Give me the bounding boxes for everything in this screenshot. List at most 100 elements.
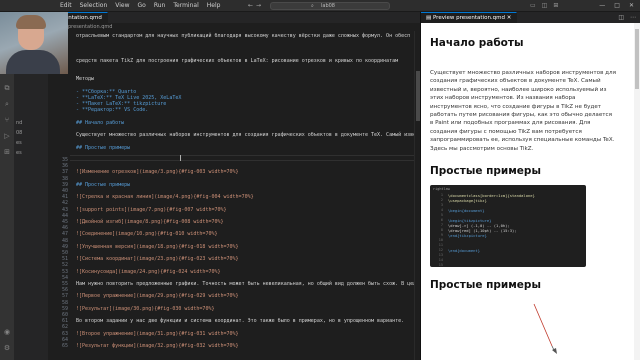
presenter-hair [16, 15, 46, 29]
line-number: 39 [61, 181, 68, 188]
settings-gear-icon[interactable]: ⚙ [3, 344, 11, 352]
customize-layout-icon[interactable]: ⊞ [553, 0, 558, 12]
run-debug-icon[interactable]: ▷ [3, 132, 11, 140]
code-line[interactable]: ![Двойной изгиб](image/8.png){#fig-008 w… [76, 219, 224, 225]
line-number-gutter: 35 36 37 38 39 40 41 42 43 44 45 46 47 48 49 50 51 52 53 54… [48, 31, 70, 360]
toggle-secondary-sidebar-icon[interactable]: ◫ [542, 0, 548, 12]
code-line[interactable]: ![Результат](image/30.png){#fig-030 widt… [76, 306, 214, 312]
line-number: 42 [61, 200, 68, 207]
sidebar-item[interactable]: es [16, 150, 22, 156]
code-screenshot-line: \end{tikzpicture} [448, 233, 487, 238]
line-number: 49 [61, 243, 68, 250]
menu-run[interactable]: Run [154, 0, 166, 12]
line-number: 64 [61, 336, 68, 343]
line-number: 51 [61, 256, 68, 263]
code-line[interactable]: ![support points](image/7.png){#fig-007 … [76, 207, 227, 213]
window-controls: — □ ✕ [599, 0, 634, 12]
source-control-icon[interactable]: ⑂ [3, 116, 11, 124]
heading-intro: Начало работы [430, 37, 524, 49]
code-line[interactable]: ![Первое упражнение](image/29.png){#fig-… [76, 293, 239, 299]
line-number: 50 [61, 250, 68, 256]
command-center[interactable]: ⌕ lab08 [270, 2, 390, 10]
close-icon[interactable]: ✕ [629, 0, 634, 12]
back-arrow-icon[interactable]: ← [248, 2, 256, 9]
line-number: 47 [61, 231, 68, 238]
menu-terminal[interactable]: Terminal [173, 0, 198, 12]
minimize-icon[interactable]: — [599, 0, 605, 12]
sidebar-item[interactable]: 08 [16, 130, 22, 136]
code-line[interactable]: - **Редактор:** VS Code. [76, 107, 148, 113]
code-line[interactable]: отрасльевым стандартом для научных публи… [76, 33, 410, 39]
code-line[interactable]: ![Изменение отрезков](image/3.png){#fig-… [76, 169, 239, 175]
search-view-icon[interactable]: ⌕ [3, 100, 11, 108]
tab-label: Preview presentation.qmd [432, 15, 506, 21]
code-line[interactable]: ![Косинусоида](image/24.png){#fig-024 wi… [76, 269, 221, 275]
code-screenshot-line: \begin{document} [448, 208, 485, 213]
menu-selection[interactable]: Selection [80, 0, 108, 12]
line-number: 63 [61, 330, 68, 337]
code-line[interactable]: Нам нужно повторить предложенные графики… [76, 281, 420, 287]
maximize-icon[interactable]: □ [614, 0, 620, 12]
line-number: 55 [61, 281, 68, 287]
editor-actions: ◫ ⋯ [618, 12, 636, 23]
current-line-highlight [70, 155, 420, 161]
line-number: 62 [61, 324, 68, 331]
code-line[interactable]: ![Улучшенная версия](image/18.png){#fig-… [76, 244, 239, 250]
text-cursor [180, 155, 181, 161]
line-number: 44 [61, 212, 68, 219]
preview-scrollbar[interactable] [634, 23, 640, 360]
code-line[interactable]: Существует множество различных наборов и… [76, 132, 420, 138]
code-line[interactable]: Методы [76, 76, 94, 82]
line-number: 48 [61, 237, 68, 244]
code-line[interactable]: - **Пакет LaTeX:** tikzpicture [76, 101, 166, 107]
toggle-panel-icon[interactable]: ▭ [530, 0, 536, 12]
code-line[interactable]: ![Система координат](image/23.png){#fig-… [76, 256, 239, 262]
line-number: 36 [61, 163, 68, 170]
line-number: 40 [61, 188, 68, 194]
more-actions-icon[interactable]: ⋯ [630, 12, 636, 23]
menu-go[interactable]: Go [138, 0, 146, 12]
code-line[interactable]: - **Сборка:** Quarto [76, 89, 136, 95]
code-line[interactable]: ## Простые примеры [76, 145, 130, 151]
code-line[interactable]: ## Простые примеры [76, 182, 130, 188]
code-line[interactable]: ![Соединение](image/10.png){#fig-010 wid… [76, 231, 217, 237]
sidebar-item[interactable]: es [16, 140, 22, 146]
menu-view[interactable]: View [115, 0, 129, 12]
line-number: 56 [61, 287, 68, 294]
line-number: 38 [61, 175, 68, 182]
code-screenshot-header: rightlaw [433, 187, 450, 191]
code-screenshot-line: \usepackage{tikz} [448, 198, 487, 203]
account-icon[interactable]: ◉ [3, 328, 11, 336]
code-line[interactable]: ![Результат функции](image/32.png){#fig-… [76, 343, 239, 349]
sidebar-item[interactable]: nd [16, 120, 22, 126]
code-editor[interactable]: 35 36 37 38 39 40 41 42 43 44 45 46 47 48 49 50 51 52 53 54… [48, 31, 420, 360]
code-line[interactable]: - **LaTeX:** TeX Live 2025, XeLaTeX [76, 95, 181, 101]
line-number: 45 [61, 219, 68, 225]
command-center-label: lab08 [321, 3, 335, 9]
line-number: 65 [61, 343, 68, 349]
line-number: 61 [61, 318, 68, 325]
scrollbar-thumb[interactable] [635, 29, 639, 89]
preview-panel: Начало работы Существует множество разли… [420, 23, 640, 360]
forward-arrow-icon[interactable]: → [256, 2, 264, 9]
code-line[interactable]: средств пакета TikZ для построения графи… [76, 58, 398, 64]
editor-tab-bar: presentation.qmd [48, 12, 420, 23]
tikz-figure [533, 303, 557, 354]
line-number: 59 [61, 305, 68, 312]
menu-edit[interactable]: Edit [60, 0, 72, 12]
tab-preview[interactable]: ▤ Preview presentation.qmd ✕ [421, 12, 518, 23]
extensions-icon[interactable]: ⊞ [3, 148, 11, 156]
code-screenshot-line: \end{document} [448, 248, 481, 253]
split-editor-icon[interactable]: ◫ [618, 12, 624, 23]
breadcrumb-file[interactable]: presentation.qmd [68, 24, 112, 30]
menu-help[interactable]: Help [207, 0, 221, 12]
line-number: 58 [61, 299, 68, 306]
code-line[interactable]: ## Начало работы [76, 120, 124, 126]
code-line[interactable]: Во втором задании у нас две функции и си… [76, 318, 404, 324]
explorer-icon[interactable]: ⧉ [3, 84, 11, 92]
close-tab-icon[interactable]: ✕ [507, 15, 512, 21]
code-line[interactable]: ![Стрелка и красная линия](image/4.png){… [76, 194, 254, 200]
breadcrumb[interactable]: presentation.qmd [48, 23, 420, 31]
code-line[interactable]: ![Второе упражнение](image/31.png){#fig-… [76, 331, 239, 337]
line-number: 60 [61, 312, 68, 318]
